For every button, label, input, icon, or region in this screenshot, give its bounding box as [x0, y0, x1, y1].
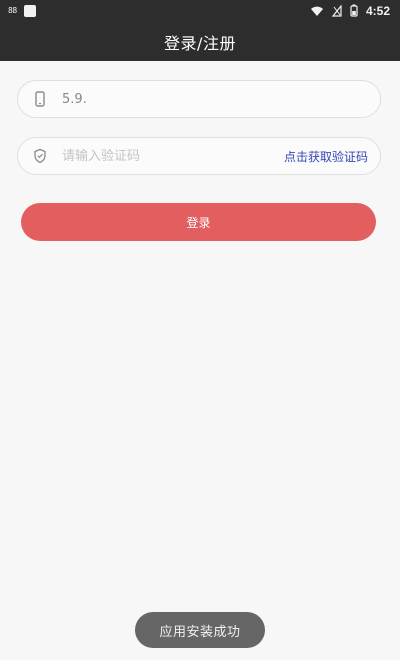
verification-code-field[interactable]: 点击获取验证码 — [17, 137, 381, 175]
status-indicator-text: 88 — [8, 6, 17, 15]
status-bar: 88 4:52 — [0, 0, 400, 22]
phone-field[interactable] — [17, 80, 381, 118]
wifi-icon — [310, 2, 324, 21]
verification-code-input[interactable] — [60, 147, 276, 165]
status-left: 88 — [8, 5, 36, 17]
status-time: 4:52 — [365, 4, 390, 18]
signal-icon — [331, 2, 342, 21]
phone-input[interactable] — [60, 90, 368, 108]
get-verification-code-link[interactable]: 点击获取验证码 — [284, 148, 368, 165]
battery-icon — [350, 2, 358, 21]
status-right: 4:52 — [310, 2, 390, 21]
phone-icon — [32, 91, 48, 107]
shield-icon — [32, 148, 48, 164]
install-success-toast: 应用安装成功 — [135, 612, 265, 648]
app-header: 登录/注册 — [0, 22, 400, 61]
app-square-icon — [23, 5, 36, 17]
login-button[interactable]: 登录 — [21, 203, 376, 241]
page-title: 登录/注册 — [164, 33, 236, 53]
